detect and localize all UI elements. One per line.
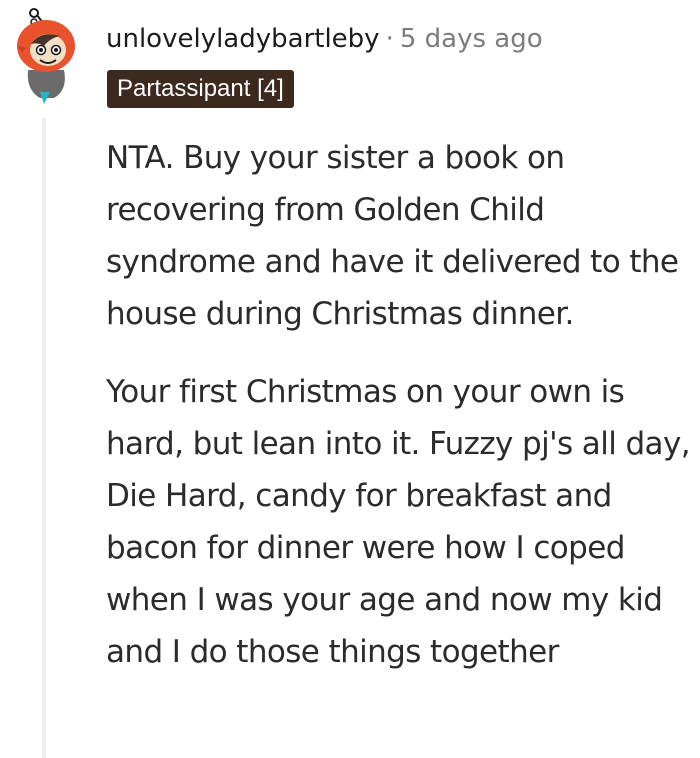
- thread-collapse-line[interactable]: [42, 118, 46, 758]
- meta-separator: ·: [385, 24, 394, 54]
- comment-header: unlovelyladybartleby · 5 days ago: [106, 22, 543, 56]
- user-flair-badge: Partassipant [4]: [107, 70, 294, 108]
- comment-body: NTA. Buy your sister a book on recoverin…: [106, 132, 696, 678]
- comment-paragraph: NTA. Buy your sister a book on recoverin…: [106, 140, 679, 332]
- username-link[interactable]: unlovelyladybartleby: [106, 24, 380, 54]
- user-avatar-icon[interactable]: [10, 8, 82, 104]
- comment-paragraph: Your first Christmas on your own is hard…: [106, 374, 691, 670]
- comment-age[interactable]: 5 days ago: [400, 24, 543, 54]
